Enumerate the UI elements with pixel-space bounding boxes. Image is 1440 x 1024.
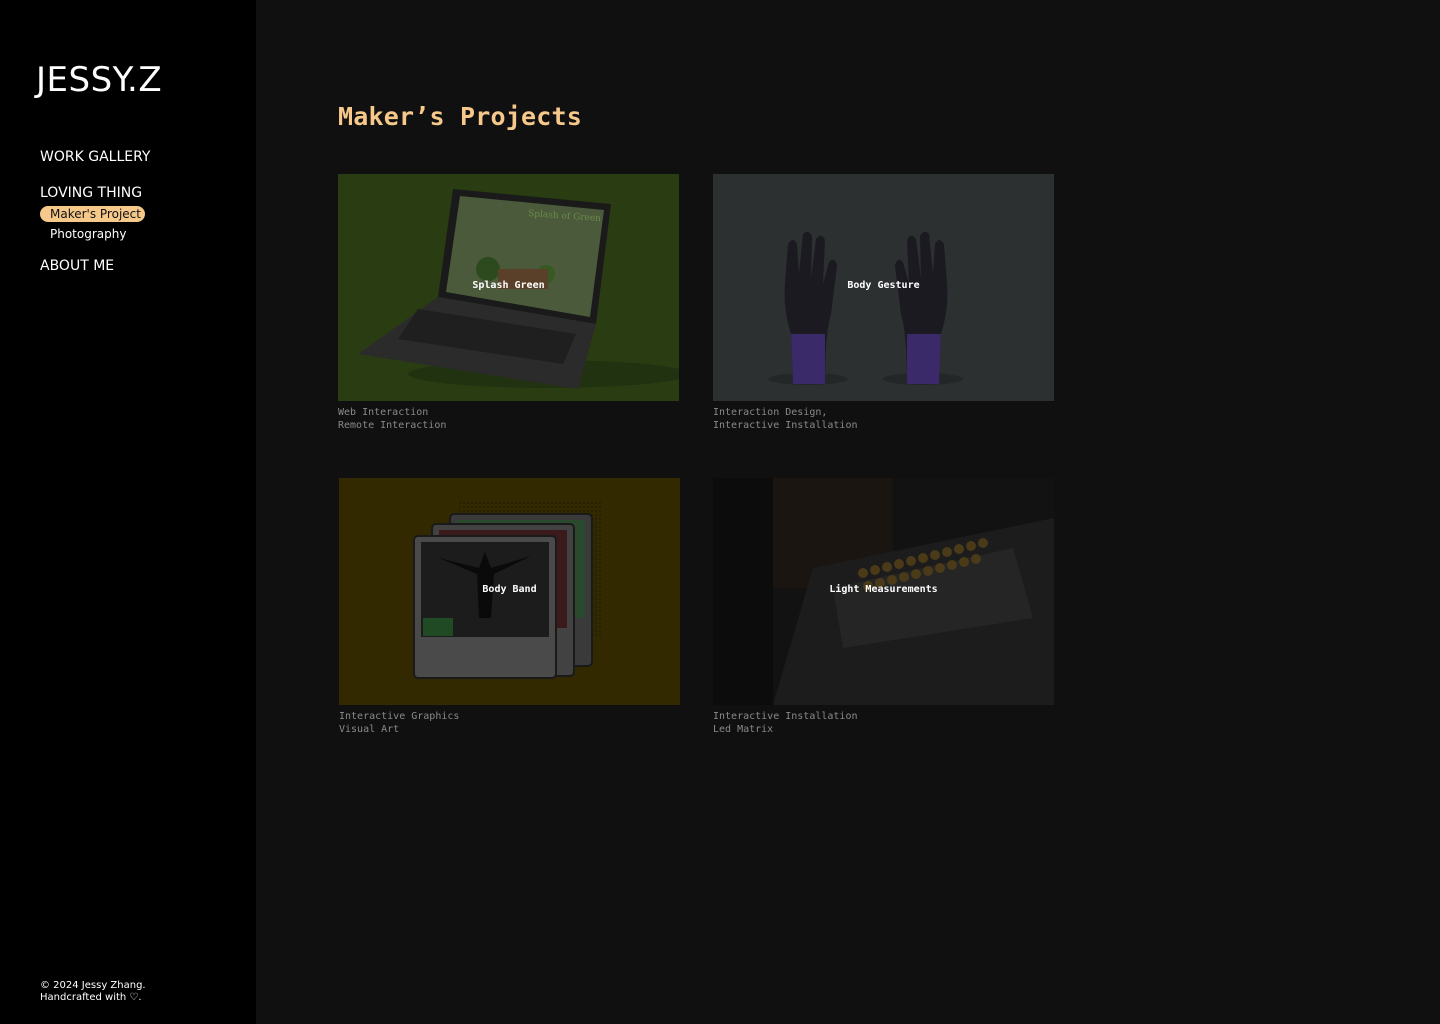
project-title: Splash Green [472, 280, 545, 291]
project-tag: Interaction Design, [713, 407, 828, 418]
project-title: Body Band [482, 584, 537, 595]
project-thumbnail[interactable]: Body Band [339, 478, 680, 705]
project-thumbnail[interactable]: Light Measurements [713, 478, 1054, 705]
main-content: Maker’s Projects Splash of Green Splash … [256, 0, 1440, 1024]
footer: © 2024 Jessy Zhang. Handcrafted with ♡. [40, 980, 146, 1004]
project-tag: Led Matrix [713, 724, 774, 735]
nav-about-me[interactable]: ABOUT ME [40, 257, 150, 275]
project-thumbnail[interactable]: Body Gesture [713, 174, 1054, 401]
sidebar: JESSY.Z WORK GALLERY LOVING THING Maker'… [0, 0, 256, 1024]
project-card[interactable]: Light Measurements Interactive Installat… [713, 478, 1054, 736]
nav-sub-list: Maker's Project Photography [40, 203, 150, 243]
project-title: Light Measurements [829, 584, 938, 595]
project-card[interactable]: Body Gesture Interaction Design, Interac… [713, 174, 1054, 432]
project-tag: Interactive Installation [713, 711, 858, 722]
project-tag: Interactive Graphics [339, 711, 460, 722]
project-tag: Web Interaction [338, 407, 429, 418]
project-title: Body Gesture [847, 280, 920, 291]
project-card[interactable]: Splash of Green Splash Green Web Interac… [338, 174, 679, 432]
nav-sub-makers-project[interactable]: Maker's Project [40, 206, 145, 222]
footer-credit: Handcrafted with ♡. [40, 992, 142, 1003]
nav-work-gallery[interactable]: WORK GALLERY [40, 148, 150, 166]
nav-loving-thing[interactable]: LOVING THING [40, 184, 150, 202]
project-tags: Interactive Graphics Visual Art [339, 710, 680, 736]
project-tag: Remote Interaction [338, 420, 447, 431]
project-tags: Interactive Installation Led Matrix [713, 710, 1054, 736]
project-card[interactable]: Body Band Interactive Graphics Visual Ar… [339, 478, 680, 736]
site-logo[interactable]: JESSY.Z [36, 58, 162, 102]
project-tag: Visual Art [339, 724, 400, 735]
main-nav: WORK GALLERY LOVING THING Maker's Projec… [40, 148, 150, 275]
project-tag: Interactive Installation [713, 420, 858, 431]
project-tags: Web Interaction Remote Interaction [338, 406, 679, 432]
project-thumbnail[interactable]: Splash of Green Splash Green [338, 174, 679, 401]
project-tags: Interaction Design, Interactive Installa… [713, 406, 1054, 432]
nav-sub-photography[interactable]: Photography [40, 226, 130, 242]
page-title: Maker’s Projects [338, 102, 583, 131]
footer-copyright: © 2024 Jessy Zhang. [40, 980, 146, 991]
